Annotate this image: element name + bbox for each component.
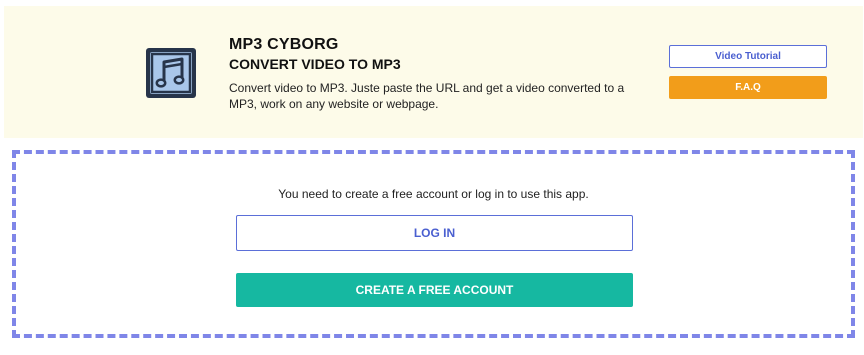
app-description: Convert video to MP3. Juste paste the UR…	[229, 81, 625, 111]
music-album-icon	[144, 46, 198, 100]
login-button[interactable]: LOG IN	[236, 215, 633, 251]
app-subtitle: CONVERT VIDEO TO MP3	[229, 56, 401, 72]
app-header	[4, 6, 863, 138]
faq-button[interactable]: F.A.Q	[669, 76, 827, 99]
app-title: MP3 CYBORG	[229, 36, 339, 53]
create-account-button[interactable]: CREATE A FREE ACCOUNT	[236, 273, 633, 307]
video-tutorial-button[interactable]: Video Tutorial	[669, 45, 827, 68]
login-required-message: You need to create a free account or log…	[278, 187, 589, 201]
auth-panel: You need to create a free account or log…	[12, 150, 855, 338]
